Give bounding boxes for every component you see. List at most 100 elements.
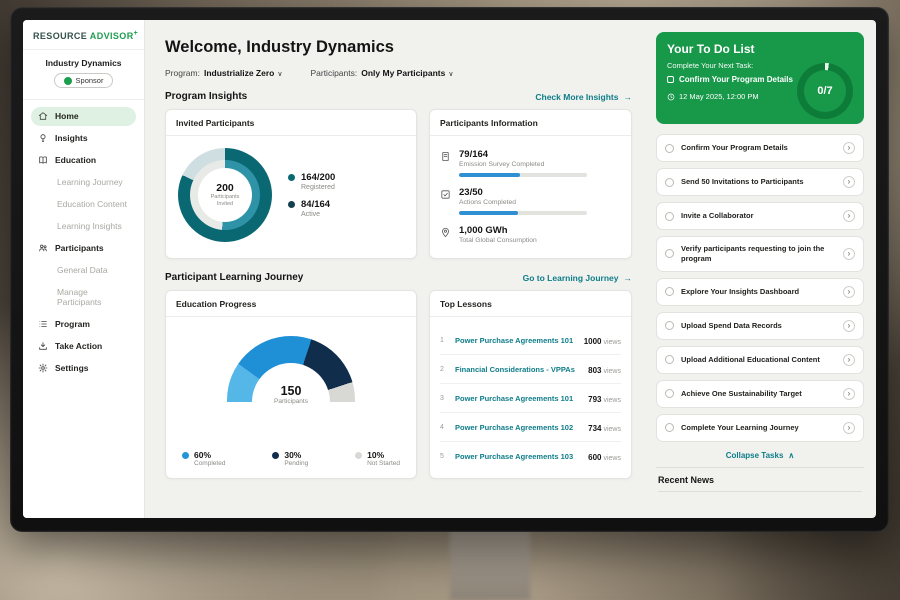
task-checkbox[interactable]	[665, 212, 674, 221]
task-label: Achieve One Sustainability Target	[681, 389, 836, 399]
stat-emission-survey: 79/164 Emission Survey Completed	[440, 149, 621, 177]
stat-value: 1,000 GWh	[459, 225, 537, 236]
divider	[658, 491, 862, 492]
sidebar-item-program[interactable]: Program	[31, 315, 136, 334]
task-item[interactable]: Complete Your Learning Journey ›	[656, 414, 864, 442]
legend-label: Registered	[301, 184, 335, 191]
donut-center-label: Participants Invited	[206, 194, 244, 208]
task-item[interactable]: Verify participants requesting to join t…	[656, 236, 864, 272]
task-checkbox[interactable]	[665, 389, 674, 398]
stat-value: 79/164	[459, 149, 544, 160]
card-title: Top Lessons	[440, 299, 621, 309]
task-checkbox[interactable]	[665, 355, 674, 364]
sidebar-item-manage-participants[interactable]: Manage Participants	[31, 283, 136, 312]
sidebar-item-education[interactable]: Education	[31, 151, 136, 170]
legend-item-active: 84/164 Active	[288, 199, 335, 218]
gauge-legend: 60% Completed 30% Pending	[176, 438, 406, 470]
legend-item-registered: 164/200 Registered	[288, 172, 335, 191]
views-label: views	[603, 455, 621, 462]
checkbox-icon[interactable]	[667, 76, 674, 83]
collapse-tasks-link[interactable]: Collapse Tasks ∧	[656, 442, 864, 467]
sidebar-item-label: Participants	[55, 243, 104, 253]
task-label: Complete Your Learning Journey	[681, 423, 836, 433]
sidebar-item-settings[interactable]: Settings	[31, 359, 136, 378]
sidebar-nav: Home Insights Education Learning Journey…	[23, 100, 144, 385]
filters-row: Program:Industrialize Zero∨ Participants…	[165, 68, 632, 78]
program-filter[interactable]: Program:Industrialize Zero∨	[165, 68, 282, 78]
sidebar-item-insights[interactable]: Insights	[31, 129, 136, 148]
lesson-link[interactable]: Power Purchase Agreements 103	[455, 452, 581, 461]
location-pin-icon	[440, 226, 451, 239]
lesson-rank: 1	[440, 337, 448, 344]
divider	[430, 135, 631, 136]
lesson-link[interactable]: Power Purchase Agreements 102	[455, 423, 581, 432]
chevron-right-icon[interactable]: ›	[843, 176, 855, 188]
arrow-right-icon: →	[624, 273, 633, 283]
gauge-center-value: 150	[227, 384, 355, 398]
lightbulb-icon	[38, 133, 48, 143]
sidebar-item-label: Insights	[55, 133, 88, 143]
donut-center-value: 200	[216, 182, 234, 194]
chevron-right-icon[interactable]: ›	[843, 388, 855, 400]
task-checkbox[interactable]	[665, 321, 674, 330]
task-checkbox[interactable]	[665, 178, 674, 187]
stat-label: Actions Completed	[459, 199, 516, 206]
chevron-right-icon[interactable]: ›	[843, 286, 855, 298]
task-checkbox[interactable]	[665, 423, 674, 432]
program-insights-header: Program Insights Check More Insights →	[165, 91, 632, 102]
task-item[interactable]: Upload Spend Data Records ›	[656, 312, 864, 340]
task-item[interactable]: Achieve One Sustainability Target ›	[656, 380, 864, 408]
participants-filter-label: Participants:	[310, 68, 357, 78]
sidebar-item-education-content[interactable]: Education Content	[31, 195, 136, 214]
todo-next-task-label: Confirm Your Program Details	[679, 75, 793, 85]
sponsor-label: Sponsor	[76, 76, 104, 85]
views-label: views	[603, 426, 621, 433]
task-label: Invite a Collaborator	[681, 211, 836, 221]
chevron-right-icon[interactable]: ›	[843, 354, 855, 366]
chevron-right-icon[interactable]: ›	[843, 248, 855, 260]
link-label: Go to Learning Journey	[523, 273, 619, 283]
lesson-link[interactable]: Financial Considerations - VPPAs	[455, 365, 581, 374]
task-item[interactable]: Explore Your Insights Dashboard ›	[656, 278, 864, 306]
task-item[interactable]: Confirm Your Program Details ›	[656, 134, 864, 162]
legend-item-pending: 30% Pending	[272, 450, 308, 467]
chevron-right-icon[interactable]: ›	[843, 422, 855, 434]
participants-filter[interactable]: Participants:Only My Participants∨	[310, 68, 453, 78]
sidebar: RESOURCE ADVISOR+ Industry Dynamics Spon…	[23, 20, 145, 518]
task-checkbox[interactable]	[665, 144, 674, 153]
lesson-link[interactable]: Power Purchase Agreements 101	[455, 394, 581, 403]
legend-value: 60%	[194, 450, 225, 460]
lesson-rank: 3	[440, 395, 448, 402]
legend-item-not-started: 10% Not Started	[355, 450, 400, 467]
home-icon	[38, 111, 48, 121]
sidebar-item-learning-journey[interactable]: Learning Journey	[31, 173, 136, 192]
task-label: Confirm Your Program Details	[681, 143, 836, 153]
sidebar-item-take-action[interactable]: Take Action	[31, 337, 136, 356]
sidebar-item-general-data[interactable]: General Data	[31, 261, 136, 280]
chevron-right-icon[interactable]: ›	[843, 320, 855, 332]
go-to-learning-journey-link[interactable]: Go to Learning Journey →	[523, 273, 632, 283]
task-item[interactable]: Send 50 Invitations to Participants ›	[656, 168, 864, 196]
chevron-right-icon[interactable]: ›	[843, 210, 855, 222]
chevron-right-icon[interactable]: ›	[843, 142, 855, 154]
brand-plus: +	[134, 30, 139, 37]
check-more-insights-link[interactable]: Check More Insights →	[535, 92, 632, 102]
lesson-link[interactable]: Power Purchase Agreements 101	[455, 336, 577, 345]
donut-legend: 164/200 Registered 84/164 Active	[288, 164, 335, 226]
monitor-bezel: RESOURCE ADVISOR+ Industry Dynamics Spon…	[10, 7, 889, 532]
views-count: 1000	[584, 337, 602, 346]
learning-journey-header: Participant Learning Journey Go to Learn…	[165, 272, 632, 283]
task-item[interactable]: Upload Additional Educational Content ›	[656, 346, 864, 374]
legend-label: Pending	[284, 460, 308, 467]
todo-due-text: 12 May 2025, 12:00 PM	[679, 92, 759, 101]
sidebar-item-label: Take Action	[55, 341, 102, 351]
task-checkbox[interactable]	[665, 287, 674, 296]
task-item[interactable]: Invite a Collaborator ›	[656, 202, 864, 230]
progress-ring-value: 0/7	[817, 85, 832, 97]
todo-next-task[interactable]: Confirm Your Program Details	[667, 75, 797, 85]
sidebar-item-participants[interactable]: Participants	[31, 239, 136, 258]
task-checkbox[interactable]	[665, 249, 674, 258]
sidebar-item-home[interactable]: Home	[31, 107, 136, 126]
lesson-rank: 4	[440, 424, 448, 431]
sidebar-item-learning-insights[interactable]: Learning Insights	[31, 217, 136, 236]
